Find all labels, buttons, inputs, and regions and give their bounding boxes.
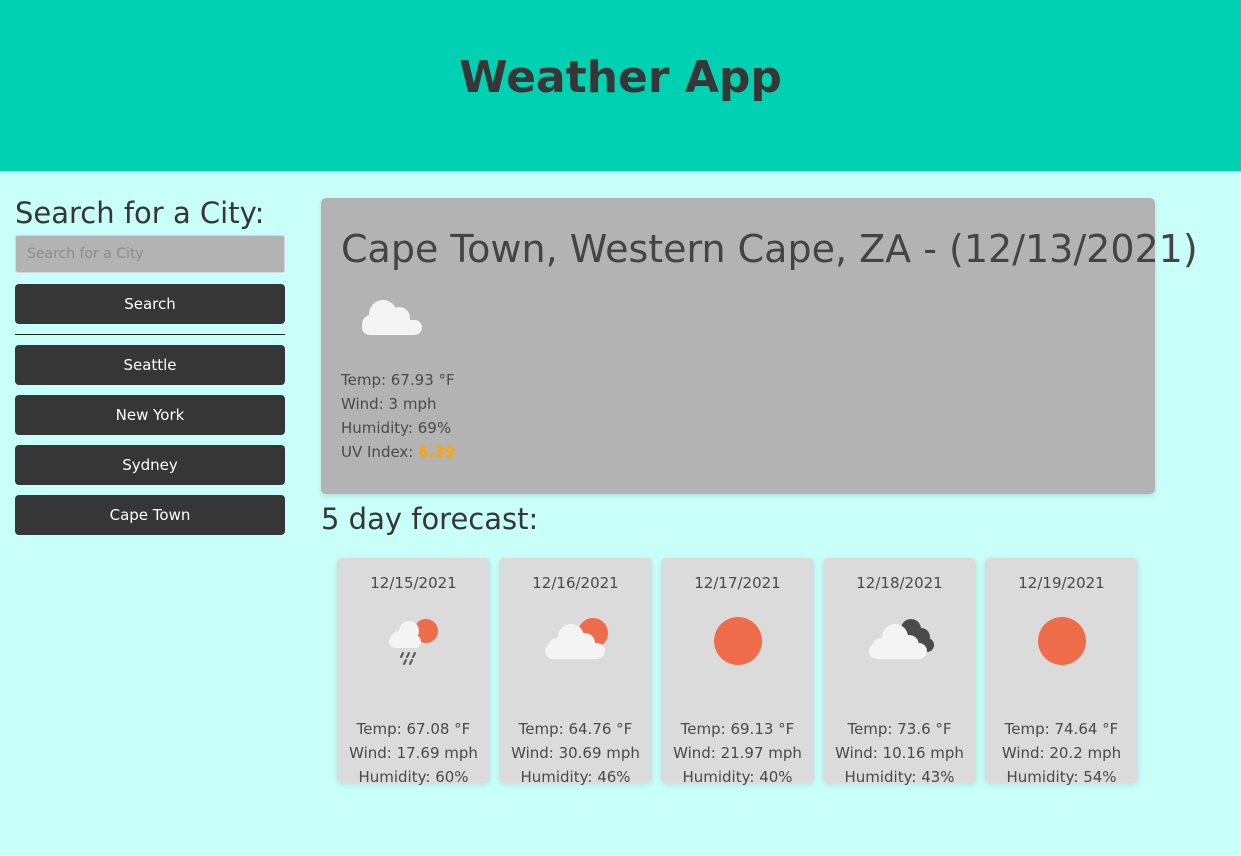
partly-cloudy-icon <box>545 618 608 659</box>
forecast-humidity: Humidity: 46% <box>520 768 631 786</box>
forecast-card: 12/18/2021 Temp: 73.6 °F Wind: 10.16 mph… <box>823 558 976 786</box>
forecast-stats: Temp: 73.6 °F Wind: 10.16 mph Humidity: … <box>823 717 976 789</box>
forecast-date: 12/15/2021 <box>370 574 457 592</box>
forecast-card: 12/15/2021 Temp: 67.08 °F Wind: 17.69 mp… <box>337 558 490 786</box>
forecast-stats: Temp: 74.64 °F Wind: 20.2 mph Humidity: … <box>985 717 1138 789</box>
current-temp: Temp: 67.93 °F <box>341 371 455 389</box>
divider <box>15 334 285 335</box>
cloud-icon <box>362 300 422 335</box>
forecast-humidity: Humidity: 54% <box>1006 768 1117 786</box>
history-button-sydney[interactable]: Sydney <box>15 445 285 485</box>
forecast-humidity: Humidity: 60% <box>358 768 469 786</box>
app-title: Weather App <box>459 52 782 103</box>
forecast-temp: Temp: 67.08 °F <box>356 720 471 738</box>
current-uv: UV Index: 6.39 <box>341 440 1135 464</box>
forecast-wind: Wind: 17.69 mph <box>349 744 478 762</box>
forecast-date: 12/17/2021 <box>694 574 781 592</box>
forecast-wind: Wind: 20.2 mph <box>1001 744 1122 762</box>
uv-value: 6.39 <box>418 443 456 461</box>
app-header: Weather App <box>0 0 1241 171</box>
forecast-wind: Wind: 10.16 mph <box>835 744 964 762</box>
search-input[interactable] <box>15 235 285 273</box>
history-button-new-york[interactable]: New York <box>15 395 285 435</box>
forecast-date: 12/16/2021 <box>532 574 619 592</box>
forecast-cards: 12/15/2021 Temp: 67.08 °F Wind: 17.69 mp… <box>337 558 1138 786</box>
forecast-temp: Temp: 69.13 °F <box>680 720 795 738</box>
uv-label: UV Index: <box>341 443 419 461</box>
forecast-card: 12/17/2021 Temp: 69.13 °F Wind: 21.97 mp… <box>661 558 814 786</box>
current-humidity: Humidity: 69% <box>341 419 452 437</box>
forecast-stats: Temp: 64.76 °F Wind: 30.69 mph Humidity:… <box>499 717 652 789</box>
forecast-stats: Temp: 69.13 °F Wind: 21.97 mph Humidity:… <box>661 717 814 789</box>
forecast-card: 12/19/2021 Temp: 74.64 °F Wind: 20.2 mph… <box>985 558 1138 786</box>
sidebar: Search for a City: Search Seattle New Yo… <box>15 196 285 545</box>
forecast-title: 5 day forecast: <box>321 502 539 536</box>
current-weather-card: Cape Town, Western Cape, ZA - (12/13/202… <box>321 198 1198 494</box>
forecast-date: 12/19/2021 <box>1018 574 1105 592</box>
forecast-wind: Wind: 21.97 mph <box>673 744 802 762</box>
forecast-wind: Wind: 30.69 mph <box>511 744 640 762</box>
forecast-temp: Temp: 74.64 °F <box>1004 720 1119 738</box>
history-button-seattle[interactable]: Seattle <box>15 345 285 385</box>
rain-sun-icon <box>389 619 438 665</box>
history-button-cape-town[interactable]: Cape Town <box>15 495 285 535</box>
current-stats: Temp: 67.93 °F Wind: 3 mph Humidity: 69%… <box>341 368 1135 464</box>
forecast-humidity: Humidity: 43% <box>844 768 955 786</box>
sun-icon <box>714 617 762 665</box>
sun-icon <box>1038 617 1086 665</box>
current-city-title: Cape Town, Western Cape, ZA - (12/13/202… <box>341 227 1198 271</box>
search-button[interactable]: Search <box>15 284 285 324</box>
broken-clouds-icon <box>869 619 934 659</box>
search-heading: Search for a City: <box>15 196 265 230</box>
forecast-temp: Temp: 73.6 °F <box>847 720 952 738</box>
search-history: Seattle New York Sydney Cape Town <box>15 345 285 535</box>
forecast-date: 12/18/2021 <box>856 574 943 592</box>
current-wind: Wind: 3 mph <box>341 395 437 413</box>
forecast-card: 12/16/2021 Temp: 64.76 °F Wind: 30.69 mp… <box>499 558 652 786</box>
forecast-temp: Temp: 64.76 °F <box>518 720 633 738</box>
forecast-humidity: Humidity: 40% <box>682 768 793 786</box>
forecast-stats: Temp: 67.08 °F Wind: 17.69 mph Humidity:… <box>337 717 490 789</box>
